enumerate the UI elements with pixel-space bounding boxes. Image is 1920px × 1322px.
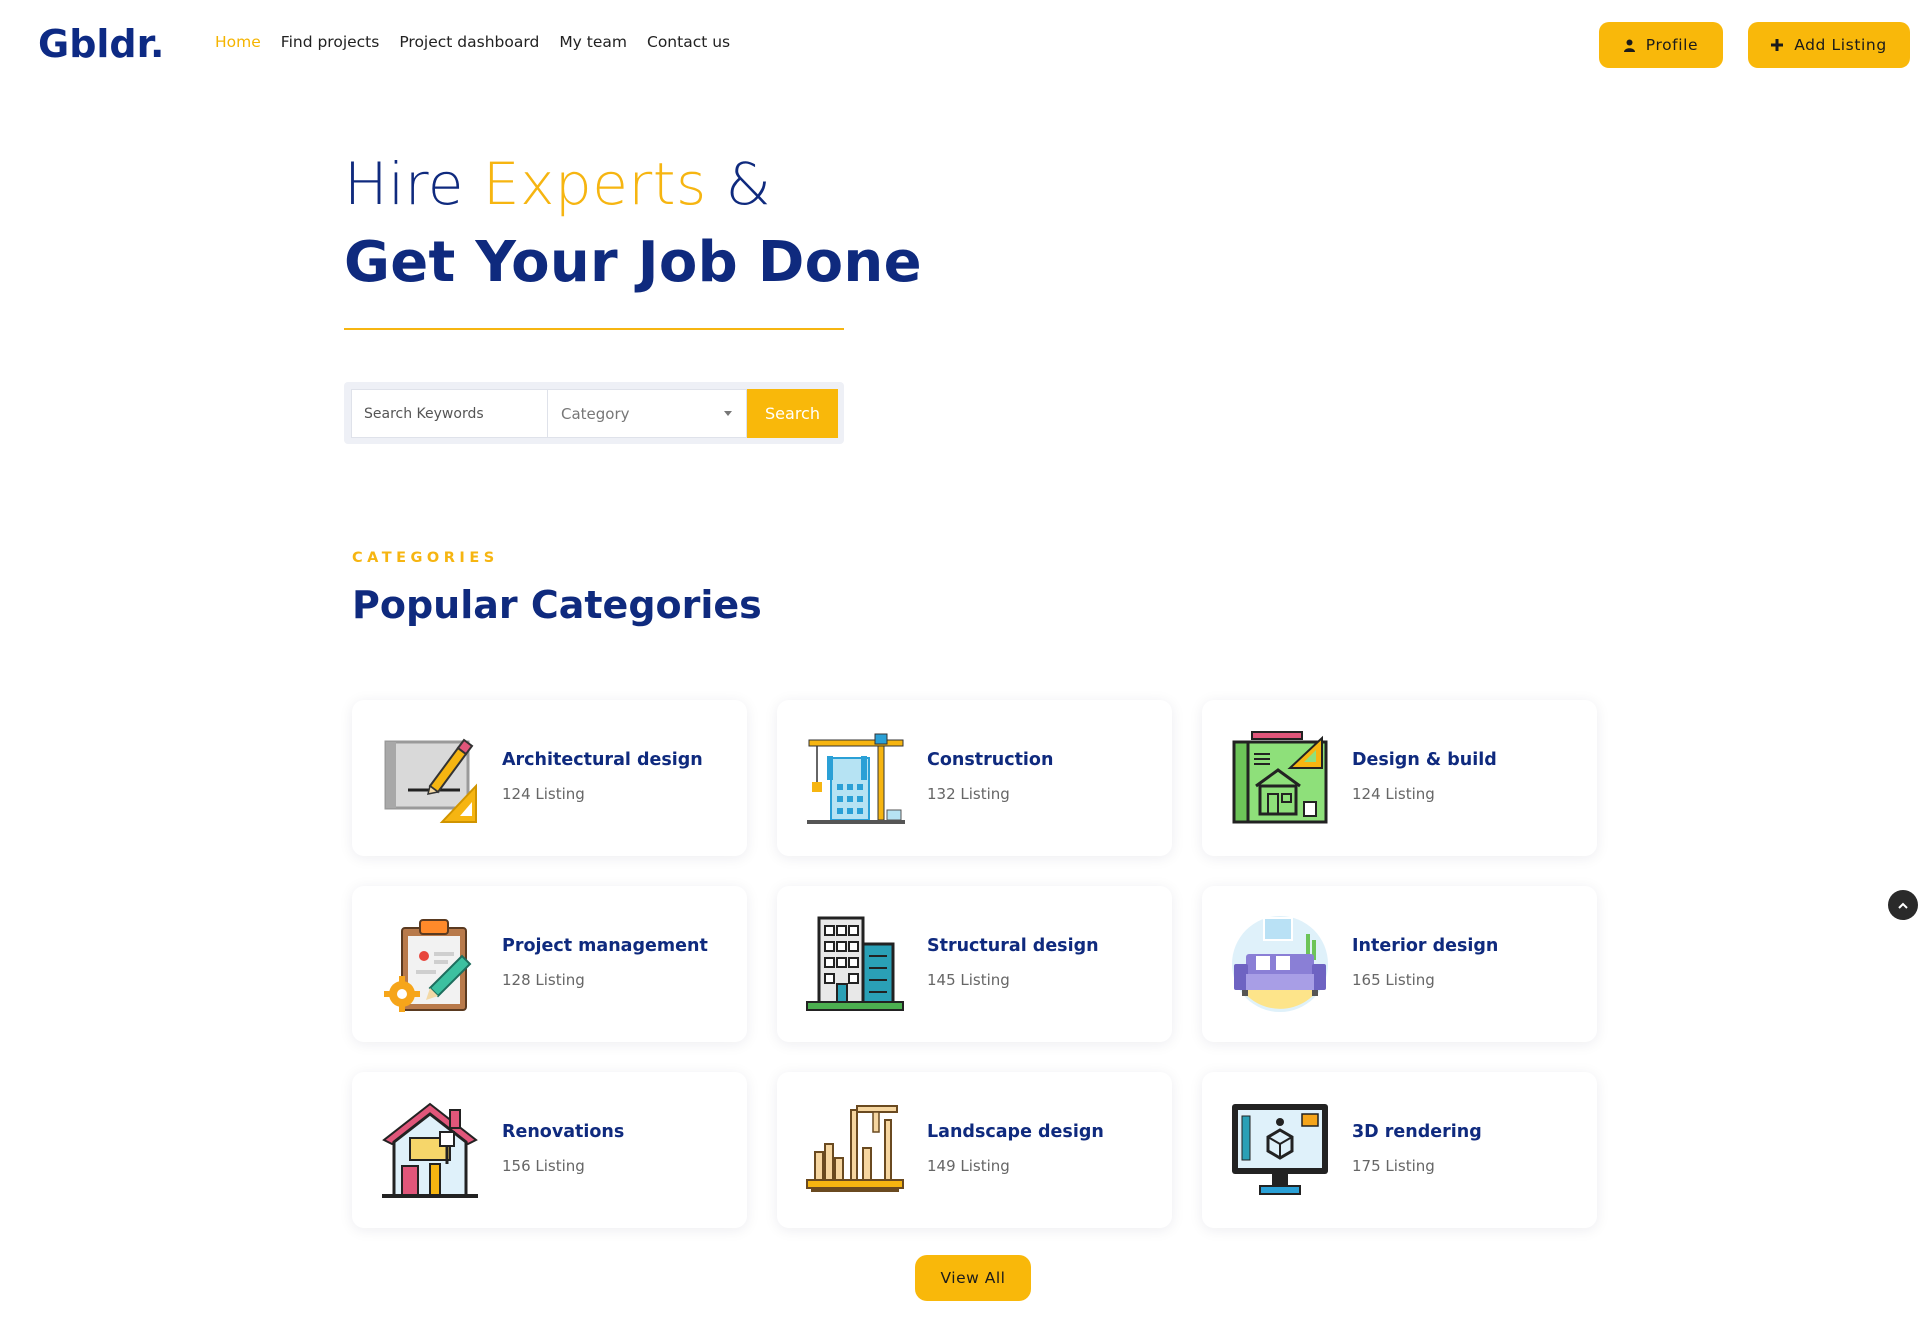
add-listing-button[interactable]: Add Listing <box>1748 22 1910 68</box>
category-card-design-build[interactable]: Design & build 124 Listing <box>1202 700 1597 856</box>
house-paint-roller-icon <box>380 1100 480 1200</box>
category-name: Structural design <box>927 936 1099 956</box>
hero-word-experts: Experts <box>482 150 707 218</box>
category-count: 149 Listing <box>927 1157 1010 1175</box>
category-card-structural-design[interactable]: Structural design 145 Listing <box>777 886 1172 1042</box>
category-select-value: Category <box>561 404 630 423</box>
search-button[interactable]: Search <box>747 389 838 438</box>
category-count: 165 Listing <box>1352 971 1435 989</box>
section-title: Popular Categories <box>352 583 762 627</box>
user-icon <box>1623 39 1635 52</box>
main-nav: Home Find projects Project dashboard My … <box>215 33 730 51</box>
hero-divider <box>344 328 844 330</box>
hero-headline: Hire Experts & <box>344 150 771 218</box>
category-name: Landscape design <box>927 1122 1104 1142</box>
scroll-to-top-button[interactable] <box>1888 890 1918 920</box>
category-name: Interior design <box>1352 936 1499 956</box>
category-name: Architectural design <box>502 750 703 770</box>
profile-label: Profile <box>1645 36 1699 54</box>
site-header: Gbldr. Home Find projects Project dashbo… <box>0 0 1920 90</box>
category-name: Renovations <box>502 1122 625 1142</box>
category-card-architectural-design[interactable]: Architectural design 124 Listing <box>352 700 747 856</box>
category-card-landscape-design[interactable]: Landscape design 149 Listing <box>777 1072 1172 1228</box>
category-card-project-management[interactable]: Project management 128 Listing <box>352 886 747 1042</box>
nav-project-dashboard[interactable]: Project dashboard <box>399 33 539 51</box>
nav-home[interactable]: Home <box>215 33 261 51</box>
category-count: 175 Listing <box>1352 1157 1435 1175</box>
crane-building-icon <box>805 728 905 828</box>
nav-find-projects[interactable]: Find projects <box>281 33 380 51</box>
chevron-up-icon <box>1898 896 1908 914</box>
category-card-construction[interactable]: Construction 132 Listing <box>777 700 1172 856</box>
hero-word-hire: Hire <box>344 150 483 218</box>
view-all-button[interactable]: View All <box>915 1255 1031 1301</box>
category-count: 124 Listing <box>502 785 585 803</box>
category-name: Construction <box>927 750 1054 770</box>
city-skyline-icon <box>805 1100 905 1200</box>
category-count: 145 Listing <box>927 971 1010 989</box>
category-count: 128 Listing <box>502 971 585 989</box>
category-count: 132 Listing <box>927 785 1010 803</box>
nav-my-team[interactable]: My team <box>559 33 627 51</box>
sofa-icon <box>1230 914 1330 1014</box>
house-plan-icon <box>1230 728 1330 828</box>
profile-button[interactable]: Profile <box>1599 22 1723 68</box>
category-name: Design & build <box>1352 750 1497 770</box>
category-name: 3D rendering <box>1352 1122 1482 1142</box>
search-keywords-input[interactable] <box>351 389 548 438</box>
search-bar: Category Search <box>344 382 844 444</box>
clipboard-gear-icon <box>380 914 480 1014</box>
category-select[interactable]: Category <box>548 389 747 438</box>
hero-word-ampersand: & <box>706 150 772 218</box>
hero-subheadline: Get Your Job Done <box>344 230 922 295</box>
plus-icon <box>1771 39 1784 51</box>
nav-contact-us[interactable]: Contact us <box>647 33 730 51</box>
category-count: 156 Listing <box>502 1157 585 1175</box>
category-card-interior-design[interactable]: Interior design 165 Listing <box>1202 886 1597 1042</box>
category-name: Project management <box>502 936 708 956</box>
category-grid: Architectural design 124 Listing Constru… <box>352 700 1597 1228</box>
category-card-3d-rendering[interactable]: 3D rendering 175 Listing <box>1202 1072 1597 1228</box>
section-eyebrow: CATEGORIES <box>352 550 499 566</box>
chevron-down-icon <box>724 411 732 416</box>
site-logo[interactable]: Gbldr. <box>38 22 164 66</box>
office-building-icon <box>805 914 905 1014</box>
category-card-renovations[interactable]: Renovations 156 Listing <box>352 1072 747 1228</box>
blueprint-pencil-icon <box>380 728 480 828</box>
monitor-3d-cube-icon <box>1230 1100 1330 1200</box>
add-listing-label: Add Listing <box>1794 36 1887 54</box>
category-count: 124 Listing <box>1352 785 1435 803</box>
